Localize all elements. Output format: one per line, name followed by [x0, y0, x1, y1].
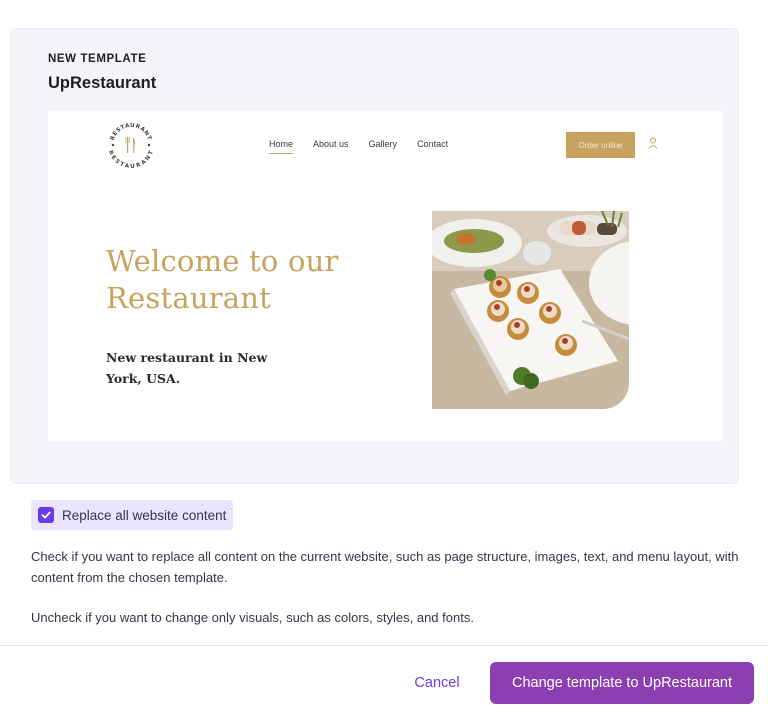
new-template-label: NEW TEMPLATE — [48, 53, 147, 65]
template-preview-card: NEW TEMPLATE UpRestaurant RESTAURANT RES… — [10, 28, 739, 484]
nav-item-gallery: Gallery — [368, 139, 398, 149]
logo-text-bottom: RESTAURANT — [107, 150, 155, 170]
order-online-button: Order online — [566, 132, 635, 158]
check-description: Check if you want to replace all content… — [31, 549, 739, 585]
svg-text:RESTAURANT: RESTAURANT — [110, 123, 153, 141]
logo-text-top: RESTAURANT — [110, 123, 152, 141]
change-template-button[interactable]: Change template to UpRestaurant — [490, 662, 754, 704]
nav-item-about: About us — [313, 139, 349, 149]
cancel-button[interactable]: Cancel — [398, 665, 476, 701]
template-preview: RESTAURANT RESTAURANT Home About us Gall… — [48, 111, 723, 441]
uncheck-description: Uncheck if you want to change only visua… — [31, 610, 474, 625]
hero-food-image — [432, 211, 629, 409]
hero-subtitle: New restaurant in New York, USA. — [106, 350, 268, 386]
nav-item-contact: Contact — [417, 139, 449, 149]
restaurant-logo: RESTAURANT RESTAURANT — [107, 123, 155, 170]
checkmark-icon — [41, 511, 51, 519]
preview-nav: Home About us Gallery Contact — [269, 139, 448, 154]
replace-content-checkbox[interactable] — [38, 507, 54, 523]
hero-title: Welcome to our Restaurant — [106, 244, 339, 315]
nav-item-home: Home — [269, 139, 294, 154]
replace-content-option[interactable]: Replace all website content — [31, 500, 233, 530]
template-name: UpRestaurant — [48, 74, 157, 92]
replace-content-label: Replace all website content — [62, 507, 227, 523]
svg-text:RESTAURANT: RESTAURANT — [107, 150, 155, 170]
footer-divider — [0, 645, 768, 646]
user-icon — [648, 137, 658, 149]
fork-knife-icon — [125, 137, 135, 153]
